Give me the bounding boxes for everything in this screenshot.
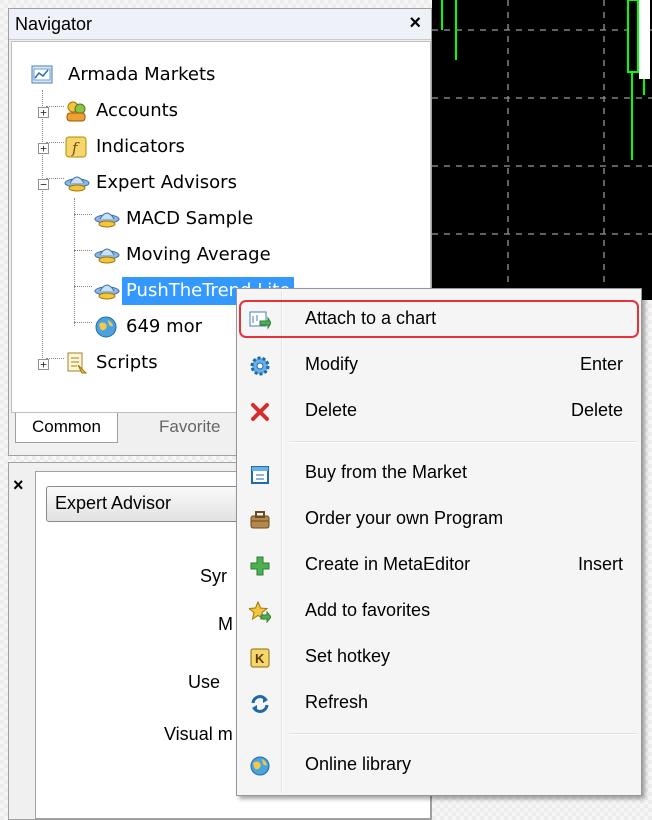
expert-icon bbox=[94, 243, 120, 267]
expand-icon[interactable]: + bbox=[38, 359, 49, 370]
candle-body bbox=[627, 0, 639, 73]
context-menu: Attach to a chart Modify Enter Delete De… bbox=[236, 288, 642, 796]
menu-item-label: Online library bbox=[305, 754, 412, 774]
tree-item-label: Moving Average bbox=[126, 244, 271, 265]
delete-icon bbox=[249, 401, 271, 423]
field-label: Use bbox=[188, 672, 221, 692]
tree-item-label: 649 mor bbox=[126, 316, 203, 337]
menu-item-label: Set hotkey bbox=[305, 646, 391, 666]
menu-item-create-in-metaeditor[interactable]: Create in MetaEditor Insert bbox=[239, 545, 639, 587]
tree-item-label: Scripts bbox=[96, 352, 158, 373]
menu-item-online-library[interactable]: Online library bbox=[239, 745, 639, 787]
menu-item-label: Create in MetaEditor bbox=[305, 554, 471, 574]
menu-item-label: Attach to a chart bbox=[305, 308, 437, 328]
expand-icon[interactable]: + bbox=[38, 107, 49, 118]
expand-icon[interactable]: + bbox=[38, 143, 49, 154]
menu-item-label: Order your own Program bbox=[305, 508, 504, 528]
indicators-icon: f bbox=[64, 135, 88, 159]
chart-canvas bbox=[432, 0, 652, 300]
broker-icon bbox=[30, 63, 54, 87]
tab-favorites[interactable]: Favorite bbox=[143, 413, 237, 443]
navigator-title-bar: Navigator × bbox=[9, 9, 431, 40]
menu-item-add-to-favorites[interactable]: Add to favorites bbox=[239, 591, 639, 633]
tree-item-label: Indicators bbox=[96, 136, 185, 157]
tree-item-expert[interactable]: Moving Average bbox=[12, 240, 428, 270]
collapse-icon[interactable]: − bbox=[38, 179, 49, 190]
globe-icon bbox=[94, 315, 118, 339]
menu-item-label: Modify bbox=[305, 354, 359, 374]
star-icon bbox=[247, 600, 272, 624]
menu-item-modify[interactable]: Modify Enter bbox=[239, 345, 639, 387]
accounts-icon bbox=[64, 99, 88, 123]
tree-item-expert[interactable]: MACD Sample bbox=[12, 204, 428, 234]
menu-item-order-program[interactable]: Order your own Program bbox=[239, 499, 639, 541]
menu-item-label: Buy from the Market bbox=[305, 462, 468, 482]
menu-item-buy-from-market[interactable]: Buy from the Market bbox=[239, 453, 639, 495]
menu-item-set-hotkey[interactable]: K Set hotkey bbox=[239, 637, 639, 679]
tree-item-accounts[interactable]: + Accounts bbox=[12, 96, 428, 126]
tree-item-expert-advisors[interactable]: − Expert Advisors bbox=[12, 168, 428, 198]
tab-common[interactable]: Common bbox=[15, 413, 118, 443]
refresh-icon bbox=[249, 693, 271, 715]
navigator-title: Navigator bbox=[15, 14, 93, 34]
scripts-icon bbox=[64, 351, 88, 375]
tree-item-label: MACD Sample bbox=[126, 208, 254, 229]
menu-item-attach-to-chart[interactable]: Attach to a chart bbox=[239, 299, 639, 341]
field-label: Visual m bbox=[164, 724, 233, 744]
close-icon[interactable]: × bbox=[409, 12, 421, 35]
menu-item-shortcut: Enter bbox=[579, 354, 623, 374]
price-chart[interactable] bbox=[432, 0, 652, 300]
briefcase-icon bbox=[249, 509, 271, 531]
highlight-frame bbox=[239, 300, 639, 338]
globe-icon bbox=[249, 755, 271, 777]
menu-item-delete[interactable]: Delete Delete bbox=[239, 391, 639, 433]
menu-item-label: Delete bbox=[305, 400, 358, 420]
hotkey-icon: K bbox=[249, 647, 271, 669]
field-label: M bbox=[218, 614, 233, 634]
field-label: Syr bbox=[200, 566, 227, 586]
tree-item-indicators[interactable]: + f Indicators bbox=[12, 132, 428, 162]
menu-separator bbox=[289, 441, 637, 443]
expert-advisors-icon bbox=[64, 171, 90, 195]
gear-icon bbox=[249, 355, 271, 377]
menu-item-refresh[interactable]: Refresh bbox=[239, 683, 639, 725]
svg-text:K: K bbox=[255, 651, 265, 666]
program-type-select[interactable]: Expert Advisor bbox=[46, 486, 266, 522]
market-icon bbox=[249, 463, 271, 485]
menu-item-shortcut: Insert bbox=[577, 554, 623, 574]
close-icon[interactable]: × bbox=[13, 475, 24, 496]
expert-icon bbox=[94, 279, 120, 303]
menu-separator bbox=[289, 733, 637, 735]
tree-item-broker[interactable]: Armada Markets bbox=[12, 60, 428, 90]
tree-item-label: Expert Advisors bbox=[96, 172, 237, 193]
attach-chart-icon bbox=[249, 309, 272, 331]
menu-item-label: Refresh bbox=[305, 692, 369, 712]
menu-item-shortcut: Delete bbox=[570, 400, 623, 420]
tree-item-label: Accounts bbox=[96, 100, 179, 121]
candle-body bbox=[639, 0, 650, 79]
plus-icon bbox=[249, 555, 271, 577]
tree-item-label: Armada Markets bbox=[68, 64, 216, 85]
menu-item-label: Add to favorites bbox=[305, 600, 431, 620]
expert-icon bbox=[94, 207, 120, 231]
